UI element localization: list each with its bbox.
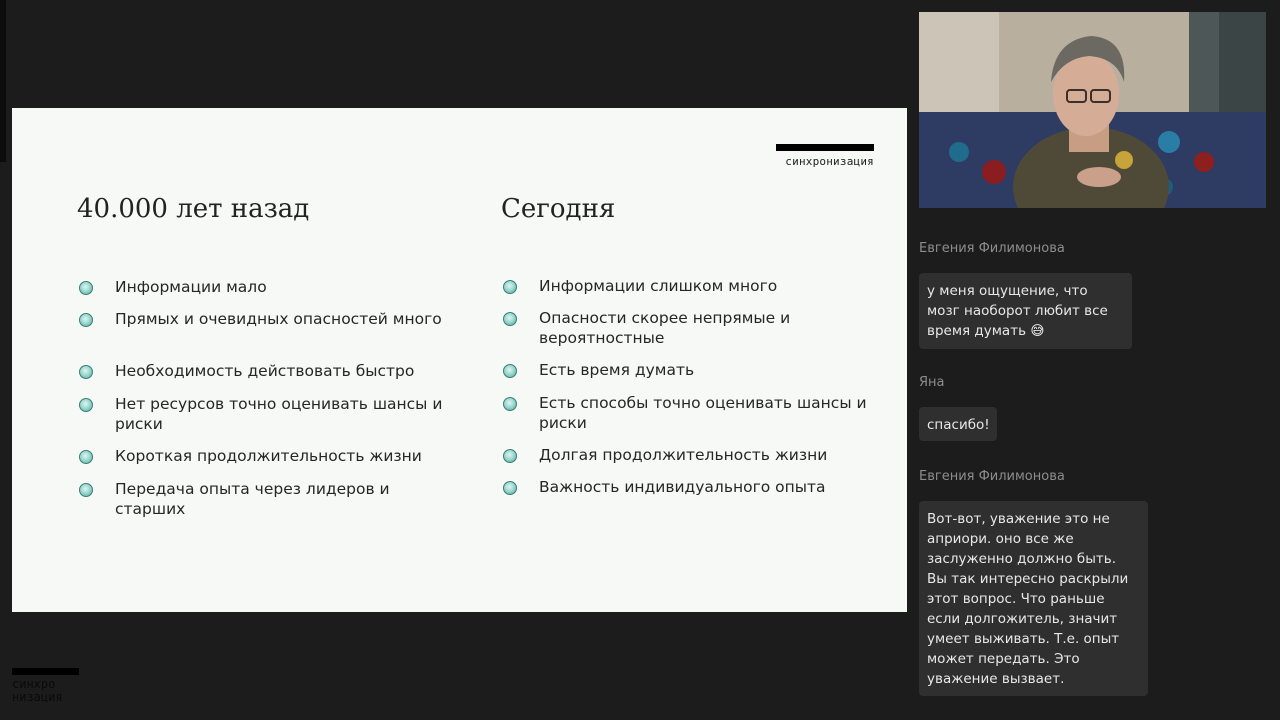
bullet-icon — [503, 449, 517, 463]
right-list-item: Долгая продолжительность жизни — [503, 445, 883, 465]
bullet-icon — [503, 397, 517, 411]
right-list-item: Опасности скорее непрямые и вероятностны… — [503, 308, 883, 348]
chat-author: Евгения Филимонова — [919, 241, 1065, 256]
left-list-item-text: Необходимость действовать быстро — [115, 362, 415, 380]
bullet-icon — [79, 450, 93, 464]
left-list-item-text: Нет ресурсов точно оценивать шансы и рис… — [115, 395, 443, 433]
right-list-item-text: Важность индивидуального опыта — [539, 478, 826, 496]
left-list-item-text: Короткая продолжительность жизни — [115, 447, 422, 465]
watermark-logo-line2: низация — [12, 690, 63, 704]
left-list-item: Передача опыта через лидеров и старших — [79, 479, 459, 519]
right-list-item: Информации слишком много — [503, 276, 883, 296]
watermark-logo-line1: синхро — [12, 677, 56, 691]
left-list-item-text: Прямых и очевидных опасностей много — [115, 310, 442, 328]
speaker-video-frame — [919, 12, 1266, 208]
speaker-video[interactable] — [919, 12, 1266, 208]
left-list-item-text: Передача опыта через лидеров и старших — [115, 480, 390, 518]
bullet-icon — [503, 481, 517, 495]
right-list-item-text: Опасности скорее непрямые и вероятностны… — [539, 309, 791, 347]
right-list-item-text: Есть время думать — [539, 361, 695, 379]
left-list-item: Информации мало — [79, 277, 459, 297]
chat-author: Евгения Филимонова — [919, 469, 1065, 484]
bullet-icon — [79, 398, 93, 412]
bullet-icon — [79, 313, 93, 327]
bullet-icon — [503, 280, 517, 294]
left-list-item-text: Информации мало — [115, 278, 267, 296]
chat-message: спасибо! — [919, 407, 997, 441]
bullet-icon — [79, 281, 93, 295]
chat-message: у меня ощущение, что мозг наоборот любит… — [919, 273, 1132, 349]
watermark-logo-bar — [12, 668, 79, 675]
chat-author: Яна — [919, 375, 945, 390]
right-list-item: Есть способы точно оценивать шансы и рис… — [503, 393, 883, 433]
left-list-item: Прямых и очевидных опасностей много — [79, 309, 459, 329]
right-list-item: Важность индивидуального опыта — [503, 477, 883, 497]
right-list-item-text: Есть способы точно оценивать шансы и рис… — [539, 394, 867, 432]
bullet-icon — [79, 483, 93, 497]
window-edge — [0, 0, 6, 162]
left-list-item: Нет ресурсов точно оценивать шансы и рис… — [79, 394, 459, 434]
presentation-slide: синхронизация 40.000 лет назад Сегодня И… — [12, 108, 907, 612]
watermark-logo: синхро низация — [12, 678, 63, 704]
brand-logo-bar — [776, 144, 874, 151]
right-list-item-text: Информации слишком много — [539, 277, 778, 295]
left-list-item: Короткая продолжительность жизни — [79, 446, 459, 466]
right-list-item-text: Долгая продолжительность жизни — [539, 446, 828, 464]
left-list-item: Необходимость действовать быстро — [79, 361, 459, 381]
brand-logo-text: синхронизация — [785, 155, 874, 168]
bullet-icon — [503, 364, 517, 378]
bullet-icon — [79, 365, 93, 379]
chat-message: Вот-вот, уважение это не априори. оно вс… — [919, 501, 1148, 696]
right-list-item: Есть время думать — [503, 360, 883, 380]
bullet-icon — [503, 312, 517, 326]
left-column-title: 40.000 лет назад — [77, 194, 310, 224]
right-column-title: Сегодня — [501, 194, 616, 224]
